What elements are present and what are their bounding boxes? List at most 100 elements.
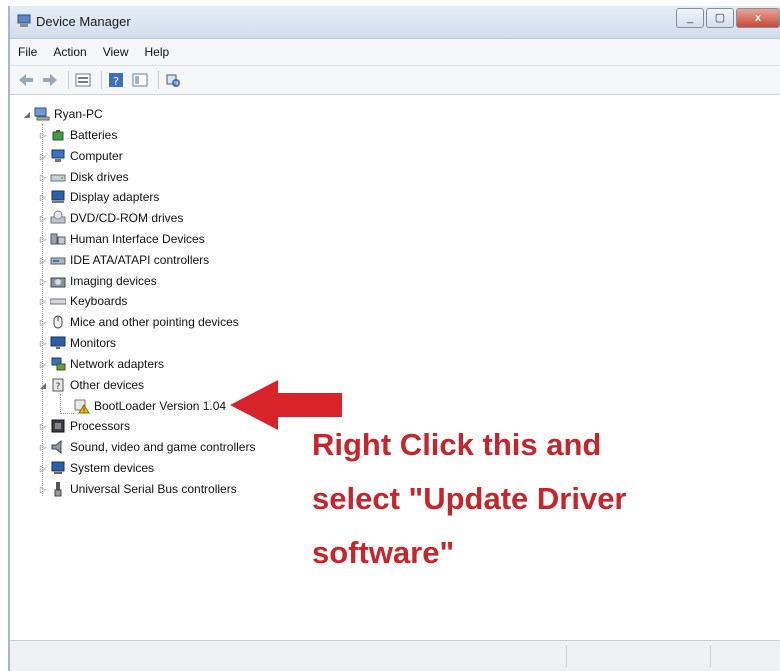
hid-icon [50,233,66,245]
keyboard-icon [50,298,66,305]
menu-file[interactable]: File [10,45,45,59]
annotation-line-2: select "Update Driver [312,481,627,516]
collapse-arrow-icon[interactable]: ◢ [38,381,48,390]
tree-item-label: Disk drives [70,170,129,184]
minimize-button[interactable]: _ [676,8,704,28]
tree-item-mice[interactable]: ▷ Mice and other pointing devices [38,312,239,332]
tree-item-batteries[interactable]: ▷ Batteries [38,125,117,145]
tree-item-keyboards[interactable]: ▷ Keyboards [38,291,127,311]
tree-item-monitors[interactable]: ▷ Monitors [38,333,116,353]
tree-item-display-adapters[interactable]: ▷ Display adapters [38,187,159,207]
expand-arrow-icon[interactable]: ▷ [38,318,48,327]
tree-item-human-interface[interactable]: ▷ Human Interface Devices [38,229,205,249]
tree-item-other-devices[interactable]: ◢ ? Other devices [38,375,144,395]
expand-arrow-icon[interactable]: ▷ [38,422,48,431]
menu-bar: File Action View Help [10,39,780,66]
expand-arrow-icon[interactable]: ▷ [38,485,48,494]
back-arrow-icon[interactable] [16,71,36,89]
expand-arrow-icon[interactable]: ▷ [38,131,48,140]
annotation-line-3: software" [312,535,455,570]
window-title: Device Manager [36,14,131,29]
network-adapter-icon [51,357,66,371]
toolbar-separator [68,71,69,89]
tree-root-label: Ryan-PC [54,107,103,121]
monitor-icon [50,336,66,349]
battery-icon [52,130,64,141]
tree-item-disk-drives[interactable]: ▷ Disk drives [38,167,129,187]
expand-arrow-icon[interactable]: ▷ [38,443,48,452]
computer-icon [51,149,65,162]
menu-action[interactable]: Action [45,45,94,59]
tree-item-label: BootLoader Version 1.04 [94,399,227,413]
tree-item-ide-controllers[interactable]: ▷ IDE ATA/ATAPI controllers [38,250,209,270]
processor-icon [51,419,65,433]
expand-arrow-icon[interactable]: ▷ [38,173,48,182]
ide-controller-icon [50,257,66,265]
status-divider [710,645,711,667]
tree-item-label: Mice and other pointing devices [70,315,239,329]
svg-text:?: ? [113,75,119,88]
menu-view[interactable]: View [95,45,137,59]
tree-item-label: Network adapters [70,357,165,371]
tree-item-label: Imaging devices [70,274,157,288]
help-icon[interactable]: ? [106,71,126,89]
tree-item-usb-controllers[interactable]: ▷ Universal Serial Bus controllers [38,479,237,499]
dvd-drive-icon [50,210,66,224]
view-icon[interactable] [130,71,150,89]
tree-item-sound-controllers[interactable]: ▷ Sound, video and game controllers [38,437,255,457]
collapse-arrow-icon[interactable]: ◢ [22,110,32,119]
disk-drive-icon [50,174,66,182]
tree-item-label: Monitors [70,336,117,350]
expand-arrow-icon[interactable]: ▷ [38,339,48,348]
close-button[interactable]: x [736,8,780,28]
menu-help[interactable]: Help [137,45,178,59]
expand-arrow-icon[interactable]: ▷ [38,464,48,473]
tree-item-label: Computer [70,149,123,163]
status-bar [10,640,780,671]
properties-icon[interactable] [73,71,93,89]
expand-arrow-icon[interactable]: ▷ [38,256,48,265]
camera-icon [50,277,66,288]
svg-text:?: ? [56,382,61,392]
maximize-button[interactable]: ▢ [706,8,734,28]
expand-arrow-icon[interactable]: ▷ [38,152,48,161]
system-devices-icon [51,461,65,474]
toolbar-separator [101,71,102,89]
mouse-icon [53,315,63,329]
tree-item-bootloader[interactable]: ! BootLoader Version 1.04 [72,396,226,416]
instruction-annotation: Right Click this and select "Update Driv… [312,418,732,580]
expand-arrow-icon[interactable]: ▷ [38,193,48,202]
toolbar: ? [10,66,780,95]
tree-item-label: Human Interface Devices [70,232,205,246]
tree-item-label: Processors [70,419,131,433]
tree-item-label: Other devices [70,378,145,392]
expand-arrow-icon[interactable]: ▷ [38,297,48,306]
status-divider [566,645,567,667]
toolbar-separator [158,71,159,89]
tree-root[interactable]: ◢ Ryan-PC [22,104,103,124]
expand-arrow-icon[interactable]: ▷ [38,360,48,369]
tree-item-label: Display adapters [70,190,160,204]
tree-item-label: Keyboards [70,294,128,308]
tree-item-system-devices[interactable]: ▷ System devices [38,458,154,478]
tree-item-imaging-devices[interactable]: ▷ Imaging devices [38,271,157,291]
tree-item-computer[interactable]: ▷ Computer [38,146,123,166]
tree-item-dvd-drives[interactable]: ▷ DVD/CD-ROM drives [38,208,183,228]
tree-item-label: IDE ATA/ATAPI controllers [70,253,210,267]
computer-root-icon [34,107,50,121]
tree-item-label: Sound, video and game controllers [70,440,256,454]
tree-item-processors[interactable]: ▷ Processors [38,416,130,436]
tree-item-label: System devices [70,461,155,475]
expand-arrow-icon[interactable]: ▷ [38,235,48,244]
warning-device-icon: ! [74,399,90,414]
expand-arrow-icon[interactable]: ▷ [38,277,48,286]
tree-connector [60,394,61,414]
expand-arrow-icon[interactable]: ▷ [38,214,48,223]
display-adapter-icon [51,190,65,203]
tree-item-label: Universal Serial Bus controllers [70,482,237,496]
title-bar: Device Manager _ ▢ x [10,6,780,39]
device-manager-icon [17,14,31,27]
scan-hardware-icon[interactable] [163,71,183,89]
forward-arrow-icon[interactable] [40,71,60,89]
tree-item-network-adapters[interactable]: ▷ Network adapters [38,354,164,374]
